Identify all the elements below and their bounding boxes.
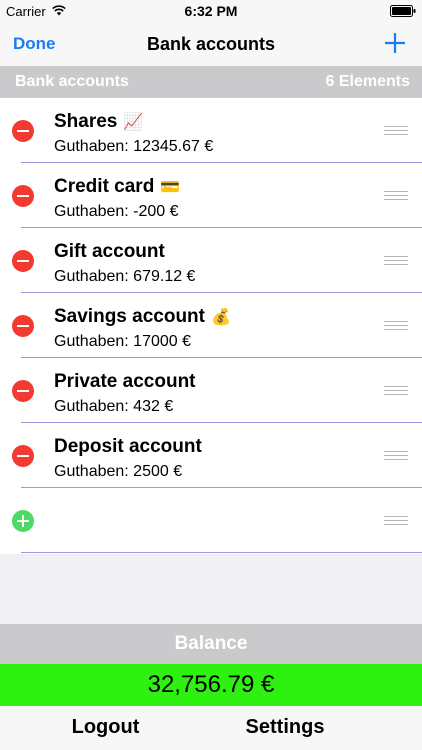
delete-icon[interactable] (12, 380, 34, 402)
reorder-handle-icon[interactable] (384, 451, 408, 460)
delete-icon[interactable] (12, 315, 34, 337)
account-row[interactable]: Private account Guthaben: 432 € (0, 358, 422, 423)
section-title: Bank accounts (15, 73, 129, 90)
account-row[interactable]: Deposit account Guthaben: 2500 € (0, 423, 422, 488)
account-row[interactable]: Shares 📈 Guthaben: 12345.67 € (0, 98, 422, 163)
account-row[interactable]: Savings account 💰 Guthaben: 17000 € (0, 293, 422, 358)
reorder-handle-icon[interactable] (384, 321, 408, 330)
money-bag-emoji-icon: 💰 (211, 309, 231, 326)
account-name: Private account (54, 371, 196, 392)
account-name: Savings account (54, 306, 205, 327)
reorder-handle-icon[interactable] (384, 191, 408, 200)
add-account-row[interactable] (0, 488, 422, 553)
delete-icon[interactable] (12, 445, 34, 467)
reorder-handle-icon[interactable] (384, 126, 408, 135)
page-title: Bank accounts (146, 34, 276, 54)
account-balance: Guthaben: 2500 € (54, 463, 183, 480)
account-balance: Guthaben: 12345.67 € (54, 138, 214, 155)
navigation-bar: Done Bank accounts (0, 22, 422, 66)
status-time: 6:32 PM (184, 3, 238, 19)
account-name: Gift account (54, 241, 165, 262)
balance-label: Balance (0, 624, 422, 664)
account-name: Shares (54, 111, 118, 132)
account-balance: Guthaben: 432 € (54, 398, 174, 415)
account-balance: Guthaben: -200 € (54, 203, 179, 220)
account-row[interactable]: Credit card 💳 Guthaben: -200 € (0, 163, 422, 228)
credit-card-emoji-icon: 💳 (160, 179, 181, 196)
status-bar: Carrier 6:32 PM (0, 0, 422, 22)
section-count: 6 Elements (325, 73, 410, 90)
settings-button[interactable]: Settings (211, 716, 359, 739)
insert-icon[interactable] (12, 510, 34, 532)
section-header: Bank accounts 6 Elements (0, 66, 422, 98)
account-row[interactable]: Gift account Guthaben: 679.12 € (0, 228, 422, 293)
row-divider (21, 552, 422, 553)
account-name: Credit card (54, 176, 155, 197)
account-balance: Guthaben: 17000 € (54, 333, 192, 350)
delete-icon[interactable] (12, 185, 34, 207)
reorder-handle-icon[interactable] (384, 516, 408, 525)
logout-button[interactable]: Logout (0, 716, 211, 739)
account-name: Deposit account (54, 436, 202, 457)
chart-emoji-icon: 📈 (123, 114, 144, 131)
reorder-handle-icon[interactable] (384, 386, 408, 395)
bottom-toolbar: Logout Settings (0, 706, 422, 750)
plus-icon[interactable] (382, 30, 408, 56)
account-balance: Guthaben: 679.12 € (54, 268, 196, 285)
reorder-handle-icon[interactable] (384, 256, 408, 265)
balance-value: 32,756.79 € (0, 664, 422, 706)
account-list: Shares 📈 Guthaben: 12345.67 € Credit card… (0, 98, 422, 554)
delete-icon[interactable] (12, 120, 34, 142)
delete-icon[interactable] (12, 250, 34, 272)
battery-icon (390, 5, 416, 17)
